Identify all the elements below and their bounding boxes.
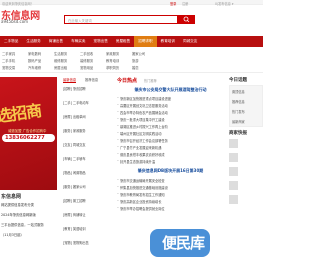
side-row[interactable]: 置顶信息 bbox=[232, 89, 245, 94]
category-link[interactable]: 宠物交易 bbox=[2, 65, 15, 70]
nav-item[interactable]: 车辆买卖 bbox=[67, 36, 89, 47]
news-item[interactable]: 广宁县竹产业发展迎来新机遇 bbox=[117, 145, 161, 150]
list-item[interactable]: [车辆] 二手轿车 bbox=[63, 156, 86, 161]
category-link[interactable]: 装修服务 bbox=[80, 58, 93, 63]
nav-item[interactable]: 房屋租售 bbox=[112, 36, 134, 47]
nav-item-active[interactable]: 招聘求职 bbox=[134, 36, 157, 47]
list-item[interactable]: [服务] 搬家公司 bbox=[63, 184, 86, 189]
news-item[interactable]: 德庆县贡柑丰收果农喜获好收成 bbox=[117, 152, 165, 157]
merchant-thumb[interactable] bbox=[229, 139, 238, 148]
list-item[interactable]: [房屋] 商铺转让 bbox=[63, 212, 86, 217]
list-item[interactable]: [招聘] 普工招聘 bbox=[63, 198, 86, 203]
left-heading: 东信息网 bbox=[1, 194, 22, 200]
category-link[interactable]: 维修服务 bbox=[54, 58, 67, 63]
category-link[interactable]: 家电数码 bbox=[28, 51, 41, 56]
tab-latest[interactable]: 最新信息 bbox=[63, 77, 77, 83]
merchant-thumb[interactable] bbox=[229, 153, 238, 162]
side-row[interactable]: 最新商家 bbox=[232, 119, 245, 124]
news-item[interactable]: 肇庆高新区企业投资持续增长 bbox=[117, 199, 161, 204]
banner-phone: 13836062277 bbox=[5, 134, 45, 141]
watermark-text: 便民库 bbox=[162, 234, 205, 252]
category-link[interactable]: 旅游 bbox=[132, 58, 139, 63]
side-row[interactable]: 推荐信息 bbox=[232, 99, 245, 104]
list-item[interactable]: [物品] 闲置物品 bbox=[63, 170, 86, 175]
news-item[interactable]: 高要区开展创文巩卫志愿服务活动 bbox=[117, 103, 168, 108]
side-panel: 今日话题 置顶信息 推荐信息 热门发布 最新商家 商家快报 bbox=[229, 77, 263, 262]
category-grid: 二手家具 家电数码 生活服务 二手回收 家政服务 搬家公司 二手手机 数码产品 … bbox=[0, 49, 263, 73]
category-link[interactable]: 二手家具 bbox=[2, 51, 15, 56]
search-placeholder: 在此输入关键词 bbox=[68, 18, 92, 23]
list-item[interactable]: [交友] 同城交友 bbox=[63, 142, 86, 147]
news-header: 今日热点 bbox=[117, 78, 138, 84]
list-item[interactable]: [服务] 家政服务 bbox=[63, 128, 86, 133]
banner-phone-box: 13836062277 bbox=[2, 134, 55, 142]
news-item[interactable]: 四会市举办特色农产品展销会活动 bbox=[117, 110, 168, 115]
news-item[interactable]: 肇庆市召开经济工作会议部署任务 bbox=[117, 138, 168, 143]
register-link[interactable]: 注册 bbox=[182, 1, 188, 6]
news-item[interactable]: 封开县生态旅游持续升温 bbox=[117, 159, 155, 164]
merchant-thumb[interactable] bbox=[229, 167, 238, 176]
side-header-topics: 今日话题 bbox=[229, 78, 247, 83]
news-item[interactable]: 鼎湖区推进乡村振兴工作再上台阶 bbox=[117, 124, 168, 129]
category-link[interactable]: 生活服务 bbox=[54, 51, 67, 56]
list-item[interactable]: [二手] 二手电动车 bbox=[63, 100, 89, 105]
tab-recommended[interactable]: 推荐信息 bbox=[85, 77, 98, 82]
nav-item[interactable]: 二手物品 bbox=[0, 36, 22, 47]
list-item[interactable]: [宠物] 宠物狗出售 bbox=[63, 240, 89, 245]
side-header-merchants: 商家快报 bbox=[229, 131, 247, 136]
news-headline-2[interactable]: 肇庆信息网DB版块开展16日第30期 bbox=[117, 168, 224, 174]
category-link[interactable]: 搬家公司 bbox=[132, 51, 145, 56]
left-line[interactable]: 网站提供信息发布分类 bbox=[1, 202, 34, 207]
login-link[interactable]: 登录 bbox=[170, 1, 176, 6]
news-item[interactable]: 肇庆一批重大项目集中开工建设 bbox=[117, 117, 165, 122]
category-link[interactable]: 婚恋 bbox=[132, 65, 139, 70]
left-line[interactable]: 三平台提供信息，一站式服务 bbox=[1, 222, 44, 227]
top-bar: 欢迎来到肇庆信息网！ 登录 注册 0|发布信息 ▾ bbox=[0, 0, 263, 6]
news-item[interactable]: 端州区开展社区文明实践活动 bbox=[117, 131, 161, 136]
news-item[interactable]: 肇庆新区加快推进重点项目建设进度 bbox=[117, 96, 171, 101]
site-domain: a945bsd.com bbox=[1, 19, 29, 24]
main-nav: 二手物品 生活服务 商铺出售 车辆买卖 宠物出售 房屋租售 招聘求职 教育培训 … bbox=[0, 36, 263, 47]
news-item[interactable]: 肇庆市教育局发布招生工作通知 bbox=[117, 192, 165, 197]
topics-box: 置顶信息 推荐信息 热门发布 最新商家 bbox=[229, 85, 263, 127]
category-link[interactable]: 汽车维修 bbox=[28, 65, 41, 70]
category-link[interactable]: 二手手机 bbox=[2, 58, 15, 63]
search-button[interactable] bbox=[178, 15, 195, 24]
merchant-thumb[interactable] bbox=[229, 195, 238, 204]
search-icon bbox=[183, 16, 190, 23]
category-link[interactable]: 教育培训 bbox=[106, 58, 119, 63]
merchant-thumb[interactable] bbox=[229, 181, 238, 190]
news-item[interactable]: 肇庆市举办招聘会提供就业岗位 bbox=[117, 206, 165, 211]
category-link[interactable]: 数码产品 bbox=[28, 58, 41, 63]
news-item[interactable]: 肇庆市交通运输局开展安全检查 bbox=[117, 178, 165, 183]
news-subheader[interactable]: 热门推荐 bbox=[144, 78, 157, 83]
category-link[interactable]: 二手回收 bbox=[80, 51, 93, 56]
info-list: 最新信息 推荐信息 [招聘] 肇庆招聘 [二手] 二手电动车 [房屋] 出租单间… bbox=[63, 77, 111, 262]
news-headline[interactable]: 肇庆市公安局交警大队开展酒驾整治行动 bbox=[117, 87, 224, 93]
nav-item[interactable]: 宠物出售 bbox=[90, 36, 112, 47]
list-item[interactable]: [房屋] 出租单间 bbox=[63, 114, 86, 119]
category-link[interactable]: 家政服务 bbox=[106, 51, 119, 56]
publish-link[interactable]: 0|发布信息 ▾ bbox=[215, 1, 233, 6]
banner-headline: 选招商 bbox=[0, 100, 43, 127]
welcome-text: 欢迎来到肇庆信息网！ bbox=[2, 1, 34, 6]
search-input[interactable]: 在此输入关键词 bbox=[64, 15, 178, 24]
nav-item[interactable]: 教育培训 bbox=[157, 36, 179, 47]
left-line[interactable]: 2024年肇庆信息网新版 bbox=[1, 212, 36, 217]
category-link[interactable]: 求职简历 bbox=[106, 65, 119, 70]
watermark-badge: 便民库 bbox=[150, 229, 210, 257]
nav-item[interactable]: 商铺出售 bbox=[45, 36, 67, 47]
banner-subtext: 诚邀加盟 广告合作招商中 bbox=[8, 129, 47, 133]
promo-banner[interactable]: 选招商 诚邀加盟 广告合作招商中 13836062277 bbox=[0, 77, 57, 190]
list-item[interactable]: [教育] 英语培训 bbox=[63, 226, 86, 231]
left-line: （11月3日起） bbox=[1, 233, 24, 237]
side-row[interactable]: 热门发布 bbox=[232, 109, 245, 114]
category-link[interactable]: 宠物用品 bbox=[80, 65, 93, 70]
category-link[interactable]: 房屋出租 bbox=[54, 65, 67, 70]
left-info: 东信息网 网站提供信息发布分类 2024年肇庆信息网新版 三平台提供信息，一站式… bbox=[0, 193, 57, 262]
nav-item[interactable]: 生活服务 bbox=[22, 36, 44, 47]
news-item[interactable]: 怀集县加快推进交通基础设施建设 bbox=[117, 185, 168, 190]
list-item[interactable]: [招聘] 肇庆招聘 bbox=[63, 86, 86, 91]
nav-item[interactable]: 同城交友 bbox=[179, 36, 201, 47]
